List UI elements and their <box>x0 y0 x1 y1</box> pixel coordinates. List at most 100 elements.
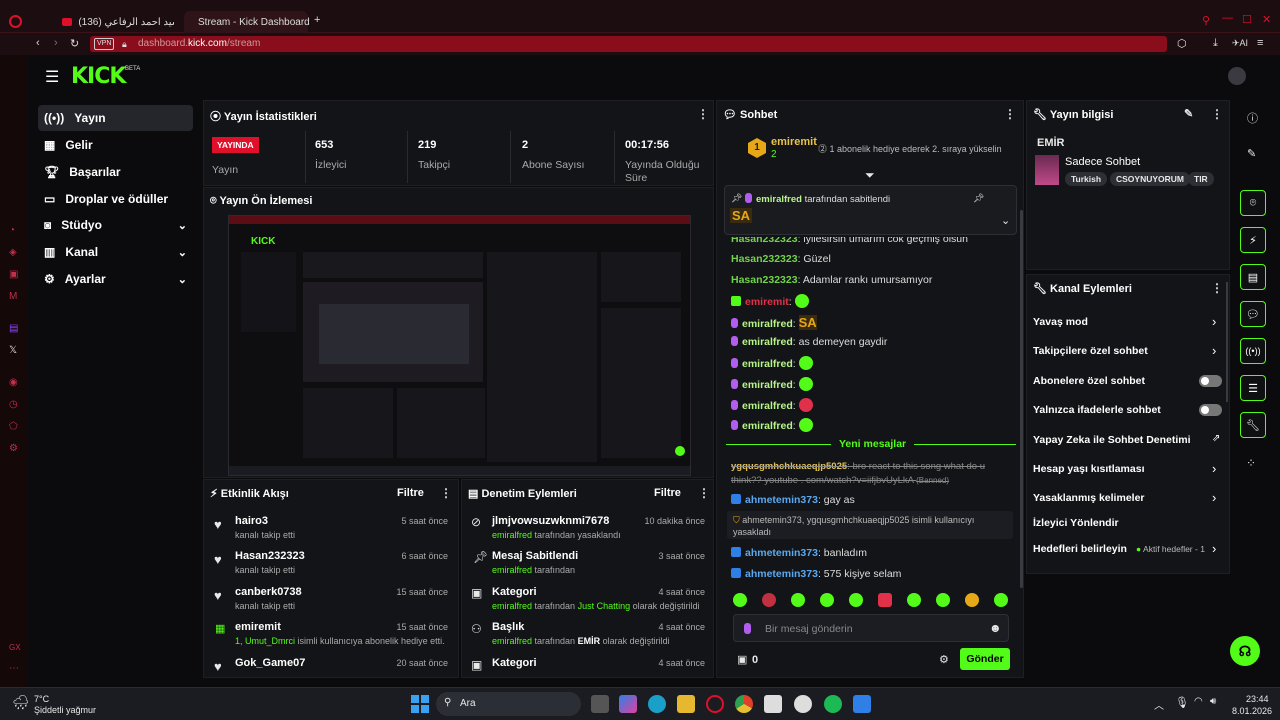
emote-icon[interactable] <box>733 593 747 607</box>
url-field[interactable]: VPN 🔒︎ dashboard.kick.com/stream <box>90 36 1167 52</box>
more-options-icon[interactable]: ⋮ <box>697 107 709 121</box>
chat-message[interactable]: emiremit: <box>731 294 809 308</box>
opera-logo-icon[interactable] <box>9 15 22 28</box>
chat-message[interactable]: emiralfred: <box>731 418 813 432</box>
forward-icon[interactable]: › <box>54 37 58 49</box>
action-followers-only[interactable]: Takipçilere özel sohbet <box>1033 345 1148 357</box>
x-icon[interactable]: 𝕏 <box>9 345 17 356</box>
action-subs-only[interactable]: Abonelere özel sohbet <box>1033 375 1145 387</box>
kick-logo[interactable]: KICK <box>71 64 126 89</box>
weather-icon[interactable]: 🌧︎ <box>12 694 30 711</box>
gear-icon[interactable]: ⚙ <box>9 443 18 454</box>
twitch-icon[interactable]: ▤ <box>9 323 18 334</box>
chevron-down-icon[interactable]: ⌄ <box>1001 214 1010 227</box>
rail-clip-icon[interactable]: ⌾ <box>1240 190 1266 216</box>
category-thumbnail[interactable] <box>1035 155 1059 185</box>
new-tab-icon[interactable]: + <box>314 14 320 26</box>
clock-icon[interactable]: ◷ <box>9 399 18 410</box>
filter-button[interactable]: Filtre <box>654 487 681 499</box>
emote-icon[interactable] <box>762 593 776 607</box>
vpn-badge[interactable]: VPN <box>94 38 115 50</box>
browser-tab-kick[interactable]: Stream - Kick Dashboard <box>184 11 310 33</box>
points-icon[interactable]: ▣ <box>737 653 747 666</box>
action-account-age[interactable]: Hesap yaşı kısıtlaması <box>1033 463 1145 475</box>
chat-input[interactable]: Bir mesaj gönderin ☻ <box>733 614 1009 642</box>
sidebar-app-icon[interactable]: GX <box>9 643 21 652</box>
app-icon[interactable] <box>853 695 871 713</box>
tag-chip[interactable]: TIR <box>1188 172 1214 186</box>
emote-only-toggle[interactable] <box>1199 404 1222 416</box>
nav-item-stream[interactable]: ((•)) Yayın <box>38 105 193 131</box>
rail-list-icon[interactable]: ☰ <box>1240 375 1266 401</box>
explorer-icon[interactable] <box>677 695 695 713</box>
chevron-right-icon[interactable]: › <box>1212 314 1216 329</box>
nav-item-revenue[interactable]: ▦ Gelir <box>38 132 193 158</box>
more-icon[interactable]: ⋯ <box>9 663 19 674</box>
edge-icon[interactable] <box>648 695 666 713</box>
weather-desc[interactable]: Şiddetli yağmur <box>34 705 96 715</box>
collapse-icon[interactable]: ⏷ <box>865 168 875 183</box>
chat-message[interactable]: ahmetemin373: banladım <box>731 547 867 559</box>
github-icon[interactable] <box>794 695 812 713</box>
chevron-right-icon[interactable]: › <box>1212 490 1216 505</box>
action-raid[interactable]: İzleyici Yönlendir <box>1033 517 1119 529</box>
sidebar-app-icon[interactable]: ◉ <box>9 377 18 388</box>
emote-icon[interactable] <box>849 593 863 607</box>
start-icon[interactable] <box>411 695 429 713</box>
ai-button[interactable]: ✈AI <box>1232 38 1248 49</box>
more-options-icon[interactable]: ⋮ <box>698 486 710 500</box>
pinned-message[interactable]: 📌︎ emiralfred tarafından sabitlendi SA 📌… <box>724 185 1017 235</box>
clock-date[interactable]: 8.01.2026 <box>1232 706 1272 716</box>
hamburger-menu-icon[interactable]: ☰ <box>45 67 59 87</box>
more-options-icon[interactable]: ⋮ <box>440 486 452 500</box>
tag-chip[interactable]: CSOYNUYORUM <box>1110 172 1191 186</box>
chat-scrollbar[interactable] <box>1020 210 1023 588</box>
sidebar-app-icon[interactable]: ⬠ <box>9 421 18 432</box>
rail-chat-icon[interactable]: 💬︎ <box>1240 301 1266 327</box>
chat-message[interactable]: emiralfred: <box>731 377 813 391</box>
chevron-right-icon[interactable]: › <box>1212 541 1216 556</box>
minimize-icon[interactable]: — <box>1222 12 1233 24</box>
more-options-icon[interactable]: ⋮ <box>1211 281 1223 295</box>
emoji-icon[interactable]: ☻ <box>989 621 1002 635</box>
nav-item-channel[interactable]: ▥ Kanal ⌄ <box>38 239 193 265</box>
category-name[interactable]: Sadece Sohbet <box>1065 156 1140 168</box>
chrome-icon[interactable] <box>735 695 753 713</box>
sidebar-app-icon[interactable]: ◔ <box>9 225 15 236</box>
chat-message[interactable]: Hasan232323: Adamlar rankı umursamıyor <box>731 274 932 286</box>
right-panel-scrollbar[interactable] <box>1226 282 1228 402</box>
chat-message[interactable]: emiralfred: as demeyen gaydir <box>731 336 887 348</box>
chat-message[interactable]: emiralfred: SA <box>731 315 817 330</box>
unpin-icon[interactable]: 📌︎ <box>973 193 984 204</box>
filter-button[interactable]: Filtre <box>397 487 424 499</box>
more-options-icon[interactable]: ⋮ <box>1004 107 1016 121</box>
chevron-right-icon[interactable]: › <box>1212 461 1216 476</box>
rail-broadcast-icon[interactable]: ((•)) <box>1240 338 1266 364</box>
tag-chip[interactable]: Turkish <box>1065 172 1108 186</box>
action-emote-only[interactable]: Yalnızca ifadelerle sohbet <box>1033 404 1161 416</box>
extensions-icon[interactable]: ⬡ <box>1177 37 1187 50</box>
action-banned-words[interactable]: Yasaklanmış kelimeler <box>1033 492 1145 504</box>
taskview-icon[interactable] <box>591 695 609 713</box>
nav-item-studio[interactable]: ◙ Stüdyo ⌄ <box>38 212 193 238</box>
nav-item-drops[interactable]: ▭ Droplar ve ödüller <box>38 186 193 212</box>
menu-icon[interactable]: ≡ <box>1257 37 1263 49</box>
volume-icon[interactable]: 🔊︎ <box>1210 696 1216 707</box>
chat-message[interactable]: emiralfred: <box>731 356 813 370</box>
nav-item-settings[interactable]: ⚙ Ayarlar ⌄ <box>38 266 193 292</box>
opera-taskbar-icon[interactable] <box>706 695 724 713</box>
stream-preview-video[interactable]: KICK <box>228 215 691 476</box>
close-icon[interactable]: ✕ <box>1262 13 1271 26</box>
rail-more-icon[interactable]: ⁘ <box>1246 456 1256 470</box>
chat-message[interactable]: emiralfred: <box>731 398 813 412</box>
avatar[interactable] <box>1228 67 1246 85</box>
clock-time[interactable]: 23:44 <box>1246 694 1269 704</box>
download-icon[interactable]: ⤓ <box>1213 37 1218 50</box>
edit-icon[interactable]: ✎ <box>1247 147 1256 160</box>
m365-icon[interactable] <box>619 695 637 713</box>
info-icon[interactable]: ⓘ <box>1247 110 1258 126</box>
sidebar-app-icon[interactable]: ◈ <box>9 247 17 258</box>
chevron-right-icon[interactable]: › <box>1212 343 1216 358</box>
maximize-icon[interactable]: ☐ <box>1242 13 1252 26</box>
nav-item-achievements[interactable]: 🏆︎ Başarılar <box>38 159 193 185</box>
